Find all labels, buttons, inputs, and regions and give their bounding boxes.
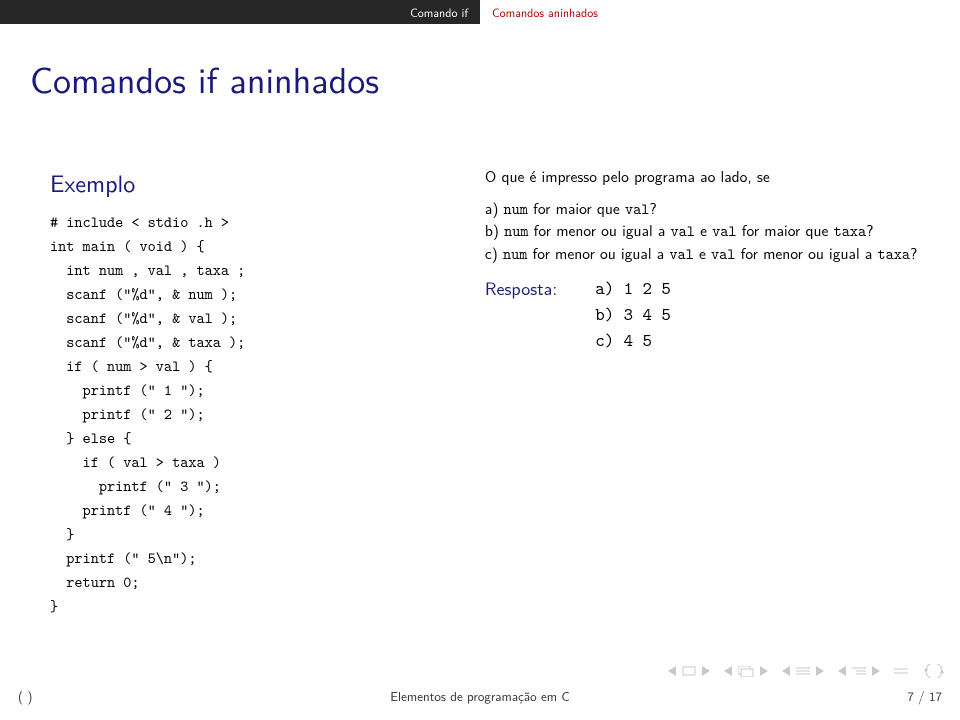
nav-appendix-icon[interactable] [894,666,908,676]
footer: ( ) Elementos de programação em C 7 / 17 [0,687,960,706]
resposta-label: Resposta: [485,275,557,300]
nav-frame-icon[interactable] [724,666,768,677]
question-b: b) num for menor ou igual a val e val fo… [485,219,930,242]
question-c: c) num for menor ou igual a val e val fo… [485,242,930,265]
code-block: # include < stdio .h > int main ( void )… [50,210,461,618]
nav-section-icon[interactable] [782,666,824,676]
nav-slide-icon[interactable] [668,666,710,676]
nav-subsection-icon[interactable] [838,666,880,676]
section-tabs: Comando if Comandos aninhados [0,0,960,24]
question-a: a) num for maior que val? [485,197,930,220]
example-heading: Exemplo [50,165,461,200]
slide-title: Comandos if aninhados [0,24,960,105]
beamer-nav-symbols [668,664,946,678]
footer-author: ( ) [18,687,32,706]
footer-page: 7 / 17 [907,687,942,706]
answer-b: b) 3 4 5 [595,301,671,327]
footer-title: Elementos de programação em C [390,687,569,706]
question-intro: O que é impresso pelo programa ao lado, … [485,165,930,187]
tab-current-section: Comando if [0,0,480,24]
answer-a: a) 1 2 5 [595,275,671,301]
answers-block: Resposta: a) 1 2 5 b) 3 4 5 c) 4 5 [485,275,930,353]
nav-backforward-icon[interactable] [922,664,946,678]
answer-c: c) 4 5 [595,327,671,353]
tab-current-subsection: Comandos aninhados [480,0,960,24]
